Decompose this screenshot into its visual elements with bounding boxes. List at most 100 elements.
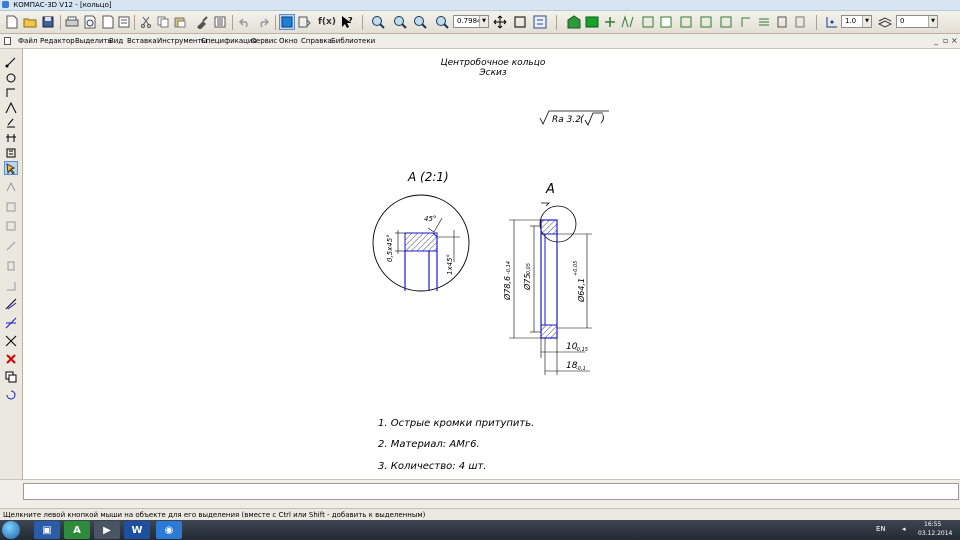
menu-service[interactable]: Сервис xyxy=(251,34,277,48)
kompas-viewer-task-icon[interactable]: ◉ xyxy=(156,521,182,539)
media-task-icon[interactable]: ▶ xyxy=(94,521,120,539)
minimize-button[interactable]: _ xyxy=(934,34,938,48)
menu-tools[interactable]: Инструменты xyxy=(157,34,207,48)
dimension-tool-icon[interactable] xyxy=(4,86,18,100)
gray-tool-5-icon[interactable] xyxy=(4,259,18,273)
context-help-icon[interactable]: ? xyxy=(339,14,355,30)
zoom-in-icon[interactable] xyxy=(370,14,386,30)
geometry-icon[interactable] xyxy=(566,14,582,30)
measure-tool-icon[interactable] xyxy=(4,146,18,160)
explorer-task-icon[interactable]: ▣ xyxy=(34,521,60,539)
main-toolbar: f(x) ? 0.7984 ▼ 1.0 ▼ 0 ▼ xyxy=(0,11,960,34)
list-icon[interactable] xyxy=(212,14,228,30)
pan-icon[interactable] xyxy=(492,14,508,30)
select-icon[interactable] xyxy=(678,14,694,30)
gray-tool-4-icon[interactable] xyxy=(4,239,18,253)
intersect-tool-icon[interactable] xyxy=(4,334,18,348)
gray-tool-1-icon[interactable] xyxy=(4,180,18,194)
parametrization-icon[interactable] xyxy=(640,14,656,30)
checklist-icon[interactable] xyxy=(756,14,772,30)
language-indicator[interactable]: EN xyxy=(876,525,886,533)
layer-select[interactable]: 0 ▼ xyxy=(896,15,938,28)
outer-diameter-tol: -0,14 xyxy=(506,261,512,274)
preview-icon[interactable] xyxy=(100,14,116,30)
properties-icon[interactable] xyxy=(116,14,132,30)
designation-tool-icon[interactable] xyxy=(4,101,18,115)
parametric-tool-icon[interactable] xyxy=(4,131,18,145)
command-field[interactable] xyxy=(23,483,959,500)
show-all-icon[interactable] xyxy=(512,14,528,30)
svg-text:(: ( xyxy=(580,114,585,125)
word-task-icon[interactable]: W xyxy=(124,521,150,539)
open-folder-icon[interactable] xyxy=(22,14,38,30)
print-icon[interactable] xyxy=(64,14,80,30)
gray-tool-6-icon[interactable] xyxy=(4,279,18,293)
redo-icon[interactable] xyxy=(255,14,271,30)
menu-view[interactable]: Вид xyxy=(109,34,123,48)
chamfer-left-label: 0,5х45° xyxy=(386,234,394,262)
delete-tool-icon[interactable] xyxy=(4,352,18,366)
menu-editor[interactable]: Редактор xyxy=(40,34,75,48)
menu-help[interactable]: Справка xyxy=(301,34,332,48)
line-scale-select[interactable]: 1.0 ▼ xyxy=(841,15,872,28)
gray-tool-2-icon[interactable] xyxy=(4,200,18,214)
specification-icon[interactable] xyxy=(698,14,714,30)
trim-tool-icon[interactable] xyxy=(4,316,18,330)
start-button[interactable] xyxy=(2,521,20,539)
paste-icon[interactable] xyxy=(172,14,188,30)
measure-icon[interactable] xyxy=(658,14,674,30)
drawing-subtitle: Эскиз xyxy=(478,68,507,78)
detail-label: А (2:1) xyxy=(407,170,449,184)
line-tool-icon[interactable] xyxy=(4,297,18,311)
menu-specification[interactable]: Спецификация xyxy=(201,34,257,48)
shapes-tool-icon[interactable] xyxy=(4,71,18,85)
note-3: 3. Количество: 4 шт. xyxy=(378,461,486,472)
cut-icon[interactable] xyxy=(138,14,154,30)
snap-icon[interactable] xyxy=(824,14,840,30)
menu-insert[interactable]: Вставка xyxy=(127,34,157,48)
chamfer-right-label: 1х45° xyxy=(446,254,454,275)
zoom-select[interactable]: 0.7984 ▼ xyxy=(453,15,489,28)
manager-panel-icon[interactable] xyxy=(279,14,295,30)
rotate-tool-icon[interactable] xyxy=(4,388,18,402)
format-brush-icon[interactable] xyxy=(194,14,210,30)
save-icon[interactable] xyxy=(40,14,56,30)
symbols-icon[interactable] xyxy=(602,14,618,30)
tool-icon[interactable] xyxy=(792,14,808,30)
edit-icon[interactable] xyxy=(620,14,636,30)
fx-icon[interactable]: f(x) xyxy=(317,14,337,30)
edit-tool-icon[interactable] xyxy=(4,116,18,130)
select-tool-icon[interactable] xyxy=(4,161,18,175)
restore-button[interactable]: ▫ xyxy=(943,34,948,48)
dimensions-icon[interactable] xyxy=(584,14,600,30)
library-icon[interactable] xyxy=(774,14,790,30)
copy-tool-icon[interactable] xyxy=(4,370,18,384)
zoom-window-icon[interactable] xyxy=(412,14,428,30)
refresh-icon[interactable] xyxy=(532,14,548,30)
note-1: 1. Острые кромки притупить. xyxy=(378,418,534,429)
undo-icon[interactable] xyxy=(237,14,253,30)
kompas-task-icon[interactable]: A xyxy=(64,521,90,539)
menu-window[interactable]: Окно xyxy=(279,34,298,48)
drawing-canvas[interactable]: Центробочное кольцо Эскиз Ra 3.2 ( ) А (… xyxy=(23,49,960,479)
geometry-tool-icon[interactable] xyxy=(4,55,18,69)
layers-icon[interactable] xyxy=(877,14,893,30)
menu-select[interactable]: Выделить xyxy=(75,34,112,48)
zoom-scale-icon[interactable] xyxy=(434,14,450,30)
variables-icon[interactable] xyxy=(297,14,313,30)
menu-libraries[interactable]: Библиотеки xyxy=(331,34,375,48)
clock-time[interactable]: 16:55 xyxy=(924,521,941,528)
print-preview-icon[interactable] xyxy=(82,14,98,30)
new-document-icon[interactable] xyxy=(4,14,20,30)
close-button[interactable]: × xyxy=(951,34,958,48)
attributes-icon[interactable] xyxy=(738,14,754,30)
window-title: КОМПАС-3D V12 - [кольцо] xyxy=(13,1,112,9)
reports-icon[interactable] xyxy=(718,14,734,30)
menu-file[interactable]: Файл xyxy=(18,34,37,48)
copy-icon[interactable] xyxy=(155,14,171,30)
gray-tool-3-icon[interactable] xyxy=(4,219,18,233)
zoom-out-icon[interactable] xyxy=(392,14,408,30)
clock-date[interactable]: 03.12.2014 xyxy=(918,530,952,537)
volume-icon[interactable]: ◂ xyxy=(902,525,906,533)
svg-text:): ) xyxy=(600,114,605,125)
